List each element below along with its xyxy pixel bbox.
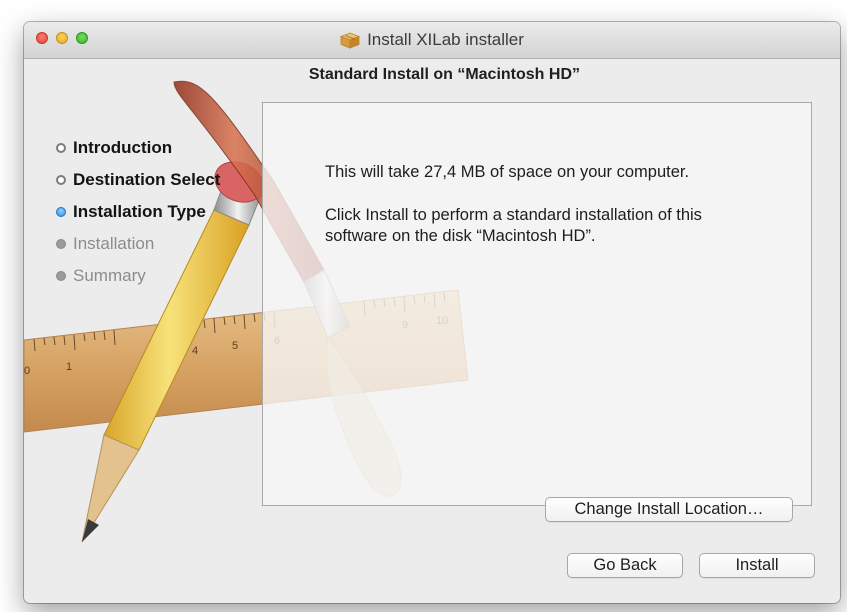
step-complete-dot-icon	[56, 175, 66, 185]
step-label: Introduction	[73, 138, 173, 157]
ruler-number: 0	[24, 365, 30, 377]
step-complete-dot-icon	[56, 143, 66, 153]
package-icon	[340, 32, 361, 49]
title-bar[interactable]: Install XILab installer	[24, 22, 840, 59]
ruler-number: 5	[232, 340, 238, 352]
go-back-button[interactable]: Go Back	[567, 553, 683, 578]
step-introduction: Introduction	[56, 132, 220, 164]
step-pending-dot-icon	[56, 271, 66, 281]
window-title-area: Install XILab installer	[24, 22, 840, 58]
step-active-dot-icon	[56, 207, 66, 217]
space-required-text: This will take 27,4 MB of space on your …	[325, 163, 690, 181]
installer-window: 0 1 4 5 6 9 10	[24, 22, 840, 603]
step-installation-type: Installation Type	[56, 196, 220, 228]
page-heading: Standard Install on “Macintosh HD”	[308, 66, 580, 83]
step-label: Destination Select	[73, 170, 221, 189]
step-list: Introduction Destination Select Installa…	[56, 132, 220, 292]
step-summary: Summary	[56, 260, 220, 292]
ruler-number: 4	[192, 345, 198, 357]
step-label: Installation	[73, 234, 155, 253]
step-destination-select: Destination Select	[56, 164, 220, 196]
step-installation: Installation	[56, 228, 220, 260]
install-info-text: Click Install to perform a standard inst…	[325, 206, 702, 245]
step-pending-dot-icon	[56, 239, 66, 249]
window-title: Install XILab installer	[367, 30, 524, 49]
step-label: Installation Type	[73, 202, 206, 221]
ruler-number: 1	[66, 361, 72, 373]
change-install-location-button[interactable]: Change Install Location…	[545, 497, 793, 522]
content-panel: This will take 27,4 MB of space on your …	[262, 102, 812, 522]
step-label: Summary	[73, 266, 146, 285]
install-button[interactable]: Install	[699, 553, 815, 578]
